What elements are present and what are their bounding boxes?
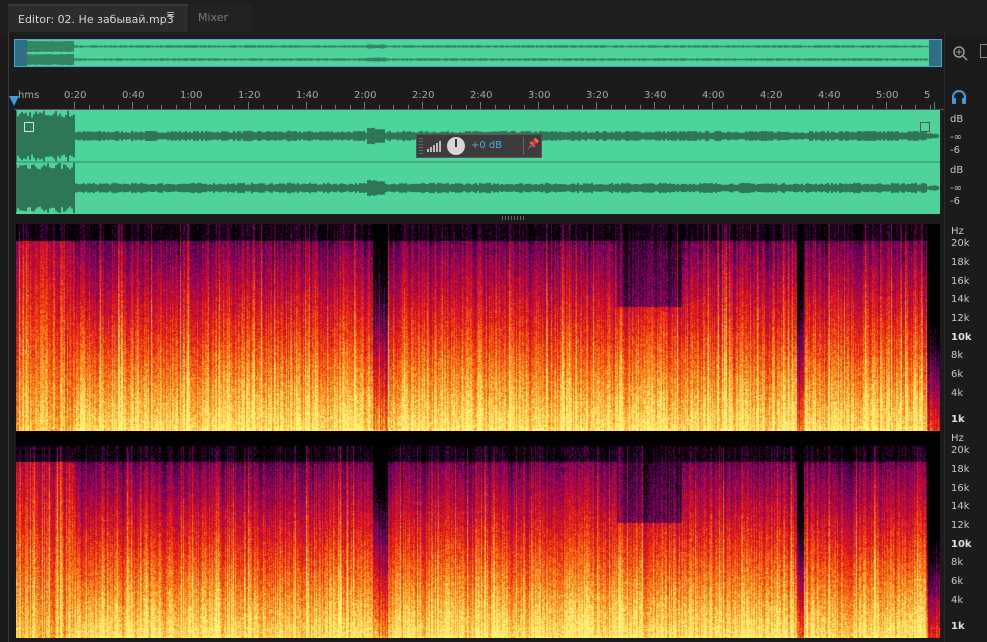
- ruler-tick: [132, 102, 133, 109]
- hz-label: Hz: [951, 433, 964, 444]
- ruler-tick-label: 0:20: [64, 90, 87, 101]
- db-unit-top: dB: [950, 114, 964, 125]
- spectrogram-channel-1[interactable]: [16, 224, 940, 431]
- hz-label: Hz: [951, 226, 964, 237]
- ruler-tick: [828, 102, 829, 109]
- ruler-tick: [248, 102, 249, 109]
- hz-label: 1k: [951, 621, 965, 632]
- hz-label: 14k: [951, 501, 970, 512]
- ruler-tick: [364, 102, 365, 109]
- hud-separator: [523, 137, 524, 155]
- hz-label: 10k: [951, 332, 972, 343]
- ruler-tick-label: 3:20: [586, 90, 609, 101]
- overview-left-handle[interactable]: [15, 40, 27, 66]
- panel-divider-grip[interactable]: [502, 216, 526, 220]
- ruler-tick: [306, 102, 307, 109]
- ruler-tick: [934, 102, 935, 109]
- db-neg-inf-bottom: -∞: [950, 183, 962, 194]
- ruler-tick-label: 1:00: [180, 90, 203, 101]
- hz-label: 10k: [951, 539, 972, 550]
- volume-value[interactable]: +0 dB: [471, 140, 502, 151]
- hz-label: 4k: [951, 388, 964, 399]
- ruler-tick: [190, 102, 191, 109]
- ruler-tick-label: 3:00: [528, 90, 551, 101]
- tab-editor[interactable]: Editor: 02. Не забывай.mp3: [8, 4, 188, 32]
- ruler-tick-label: 4:20: [760, 90, 783, 101]
- ruler-tick-label: 3:40: [644, 90, 667, 101]
- volume-hud[interactable]: +0 dB 📌: [416, 134, 542, 158]
- hz-label: 14k: [951, 294, 970, 305]
- waveform-channels: [16, 110, 940, 214]
- ruler-tick: [538, 102, 539, 109]
- ruler-tick-label: 4:00: [702, 90, 725, 101]
- hz-label: 8k: [951, 557, 964, 568]
- overview-path: [15, 40, 940, 66]
- ruler-tick-label: 2:40: [470, 90, 493, 101]
- ruler-tick: [422, 102, 423, 109]
- hz-label: 12k: [951, 313, 970, 324]
- db-neg-inf-top: -∞: [950, 132, 962, 143]
- ruler-tick-label: 1:40: [296, 90, 319, 101]
- db-scale: dB -∞ -6 dB -∞ -6: [944, 110, 987, 214]
- panel-border: [8, 32, 9, 642]
- tab-bar: Editor: 02. Не забывай.mp3 ≡ Mixer: [0, 0, 987, 34]
- hz-label: 12k: [951, 520, 970, 531]
- hz-scale-top: Hz 20k 18k 16k 14k 12k 10k 8k 6k 4k 1k: [944, 224, 987, 431]
- ruler-tick: [596, 102, 597, 109]
- hz-label: 6k: [951, 369, 964, 380]
- hud-grip[interactable]: [419, 138, 423, 154]
- overview-navigator[interactable]: [14, 39, 942, 67]
- hz-label: 16k: [951, 276, 970, 287]
- hz-label: 16k: [951, 483, 970, 494]
- hz-scale-bottom: Hz 20k 18k 16k 14k 12k 10k 8k 6k 4k 1k: [944, 431, 987, 638]
- ruler-tick-label: 5:00: [876, 90, 899, 101]
- hz-label: 1k: [951, 414, 965, 425]
- hz-label: 4k: [951, 595, 964, 606]
- ruler-tick-label: 0:40: [122, 90, 145, 101]
- side-panel-icon[interactable]: [980, 44, 987, 58]
- hz-label: 18k: [951, 464, 970, 475]
- ruler-tick-label: 5: [924, 90, 931, 101]
- db-minus6-bottom: -6: [950, 196, 960, 207]
- ruler-tick: [74, 102, 75, 109]
- volume-knob[interactable]: [447, 137, 465, 155]
- overview-right-handle[interactable]: [929, 40, 941, 66]
- fade-in-handle[interactable]: [24, 122, 34, 132]
- hz-label: 6k: [951, 576, 964, 587]
- ruler-tick-label: 4:40: [818, 90, 841, 101]
- playhead[interactable]: [9, 96, 19, 106]
- db-minus6-top: -6: [950, 145, 960, 156]
- ruler-tick-label: 2:00: [354, 90, 377, 101]
- zoom-icon[interactable]: [951, 44, 969, 62]
- time-ruler[interactable]: 0:20 0:40 1:00 1:20 1:40 2:00 2:20 2:40 3:00 3:20…: [14, 88, 944, 110]
- tab-editor-label: Editor: 02. Не забывай.mp3: [18, 13, 174, 26]
- tab-mixer-label: Mixer: [198, 11, 229, 24]
- level-meter-icon: [427, 141, 441, 152]
- tab-mixer[interactable]: Mixer: [190, 4, 252, 32]
- waveform-display[interactable]: [16, 110, 940, 214]
- ruler-tick: [480, 102, 481, 109]
- hz-label: 18k: [951, 257, 970, 268]
- hz-label: 20k: [951, 238, 970, 249]
- hz-label: 20k: [951, 445, 970, 456]
- ruler-tick-label: 2:20: [412, 90, 435, 101]
- ruler-tick: [712, 102, 713, 109]
- ruler-tick: [654, 102, 655, 109]
- ruler-tick: [886, 102, 887, 109]
- overview-waveform: [15, 40, 940, 66]
- hz-label: 8k: [951, 350, 964, 361]
- pin-icon[interactable]: 📌: [527, 139, 539, 150]
- channel-separator: [16, 431, 940, 446]
- ruler-tick: [770, 102, 771, 109]
- spectrogram-channel-2[interactable]: [16, 446, 940, 638]
- menu-icon[interactable]: ≡: [166, 8, 175, 21]
- headphones-icon[interactable]: [951, 90, 967, 104]
- ruler-tick-label: 1:20: [238, 90, 261, 101]
- db-unit-bottom: dB: [950, 165, 964, 176]
- fade-out-handle[interactable]: [920, 122, 930, 132]
